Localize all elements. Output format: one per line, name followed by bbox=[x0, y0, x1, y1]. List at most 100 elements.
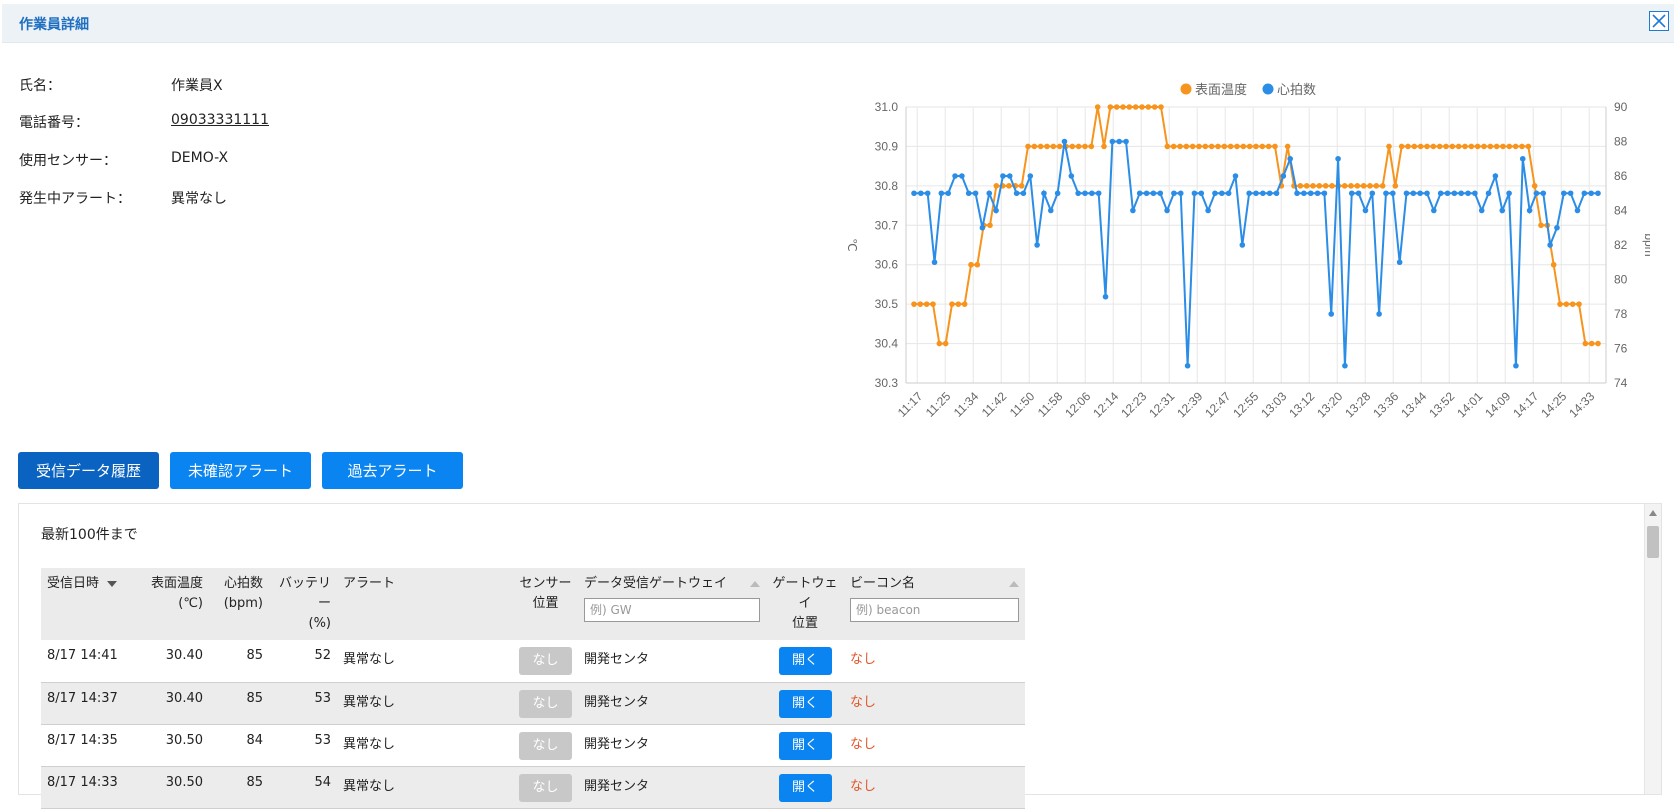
cell-gateway: 開発センタ bbox=[578, 724, 766, 767]
cell-temp: 30.40 bbox=[133, 640, 209, 683]
data-point bbox=[1458, 190, 1464, 197]
y2-tick-label: 86 bbox=[1614, 169, 1628, 183]
x-tick-label: 13:44 bbox=[1398, 389, 1429, 420]
data-point bbox=[1130, 207, 1136, 214]
col-received[interactable]: 受信日時 bbox=[41, 568, 133, 640]
open-gateway-button[interactable]: 開く bbox=[778, 689, 832, 718]
data-point bbox=[1582, 340, 1589, 347]
data-point bbox=[1386, 143, 1392, 150]
col-sensor-label: センサー bbox=[519, 576, 572, 591]
phone-link[interactable]: 09033331111 bbox=[171, 112, 269, 128]
legend-label: 表面温度 bbox=[1195, 82, 1247, 97]
y2-tick-label: 84 bbox=[1614, 204, 1628, 218]
data-point bbox=[945, 190, 951, 197]
data-point bbox=[1533, 190, 1540, 197]
data-point bbox=[1018, 183, 1025, 189]
data-point bbox=[1335, 155, 1341, 162]
data-point bbox=[1307, 190, 1314, 197]
data-point bbox=[1260, 190, 1266, 197]
legend-marker bbox=[1180, 83, 1192, 95]
data-point bbox=[1139, 104, 1145, 110]
gateway-filter-input[interactable] bbox=[584, 598, 760, 622]
data-point bbox=[942, 340, 949, 347]
beacon-filter-input[interactable] bbox=[850, 598, 1019, 622]
data-point bbox=[1089, 190, 1095, 197]
y-tick-label: 30.8 bbox=[875, 179, 899, 193]
data-point bbox=[1006, 183, 1012, 189]
cell-beacon: なし bbox=[844, 766, 1025, 809]
data-point bbox=[1177, 143, 1183, 150]
sensor-label: 使用センサー： bbox=[19, 153, 117, 169]
col-gw-pos: ゲートウェイ 位置 bbox=[766, 568, 844, 640]
data-point bbox=[1205, 207, 1211, 214]
data-point bbox=[1020, 190, 1027, 197]
data-point bbox=[952, 173, 958, 179]
data-point bbox=[1177, 190, 1184, 197]
x-tick-label: 13:03 bbox=[1258, 389, 1289, 420]
data-point bbox=[1215, 143, 1221, 150]
open-gateway-button[interactable]: 開く bbox=[778, 647, 832, 675]
col-sensor-pos: センサー 位置 bbox=[513, 568, 578, 640]
col-temp: 表面温度 (℃) bbox=[133, 568, 209, 640]
data-point bbox=[1280, 173, 1287, 179]
data-point bbox=[1068, 173, 1075, 179]
open-gateway-button[interactable]: 開く bbox=[778, 731, 832, 760]
data-point bbox=[1398, 143, 1405, 150]
data-point bbox=[1219, 190, 1225, 197]
y2-tick-label: 80 bbox=[1614, 273, 1628, 287]
data-point bbox=[1487, 143, 1494, 150]
data-point bbox=[1227, 143, 1234, 150]
cell-temp: 30.50 bbox=[133, 766, 209, 809]
cell-gw-pos: 開く bbox=[766, 766, 844, 809]
x-tick-label: 14:17 bbox=[1510, 389, 1541, 420]
data-point bbox=[911, 190, 917, 197]
data-point bbox=[1328, 311, 1335, 317]
data-point bbox=[1474, 143, 1481, 150]
data-point bbox=[1379, 183, 1386, 189]
data-point bbox=[1314, 190, 1321, 197]
y-tick-label: 30.6 bbox=[875, 258, 899, 272]
data-point bbox=[1341, 183, 1348, 189]
data-point bbox=[1481, 143, 1487, 150]
tab-unconfirmed-alerts[interactable]: 未確認アラート bbox=[170, 452, 311, 489]
x-tick-label: 11:34 bbox=[951, 389, 982, 420]
cell-sensor: なし bbox=[513, 724, 578, 767]
col-gw-pos-label: ゲートウェイ bbox=[772, 576, 838, 611]
cell-hr: 84 bbox=[209, 724, 269, 767]
col-alert-label: アラート bbox=[343, 576, 396, 591]
tab-past-alerts[interactable]: 過去アラート bbox=[322, 452, 463, 489]
window-title: 作業員詳細 bbox=[19, 17, 89, 33]
scroll-thumb[interactable] bbox=[1647, 526, 1659, 558]
scroll-up-icon[interactable] bbox=[1649, 510, 1657, 516]
x-tick-label: 11:17 bbox=[895, 389, 926, 420]
cell-alert: 異常なし bbox=[337, 640, 513, 683]
y2-tick-label: 76 bbox=[1614, 342, 1628, 356]
data-point bbox=[1253, 143, 1259, 150]
data-point bbox=[1069, 143, 1076, 150]
tab-received-history[interactable]: 受信データ履歴 bbox=[18, 452, 159, 489]
x-tick-label: 12:47 bbox=[1202, 389, 1233, 420]
close-button[interactable] bbox=[1649, 11, 1669, 31]
data-point bbox=[1082, 190, 1088, 197]
data-point bbox=[1116, 138, 1122, 145]
cell-alert: 異常なし bbox=[337, 682, 513, 725]
col-beacon[interactable]: ビーコン名 bbox=[844, 568, 1025, 640]
cell-battery: 53 bbox=[269, 724, 337, 767]
data-point bbox=[1478, 207, 1485, 214]
y-tick-label: 30.7 bbox=[875, 218, 899, 232]
col-hr: 心拍数 (bpm) bbox=[209, 568, 269, 640]
cell-hr: 85 bbox=[209, 640, 269, 683]
data-point bbox=[1485, 190, 1492, 197]
data-point bbox=[1500, 143, 1506, 150]
col-gateway[interactable]: データ受信ゲートウェイ bbox=[578, 568, 766, 640]
open-gateway-button[interactable]: 開く bbox=[778, 773, 832, 802]
data-point bbox=[1145, 104, 1152, 110]
y2-axis-label: bpm bbox=[1642, 233, 1650, 256]
col-gateway-label: データ受信ゲートウェイ bbox=[584, 576, 728, 591]
data-point bbox=[1451, 190, 1458, 197]
data-point bbox=[1417, 143, 1424, 150]
data-point bbox=[1107, 104, 1114, 110]
y2-tick-label: 78 bbox=[1614, 307, 1628, 321]
panel-scrollbar[interactable] bbox=[1644, 504, 1661, 794]
cell-sensor: なし bbox=[513, 682, 578, 725]
